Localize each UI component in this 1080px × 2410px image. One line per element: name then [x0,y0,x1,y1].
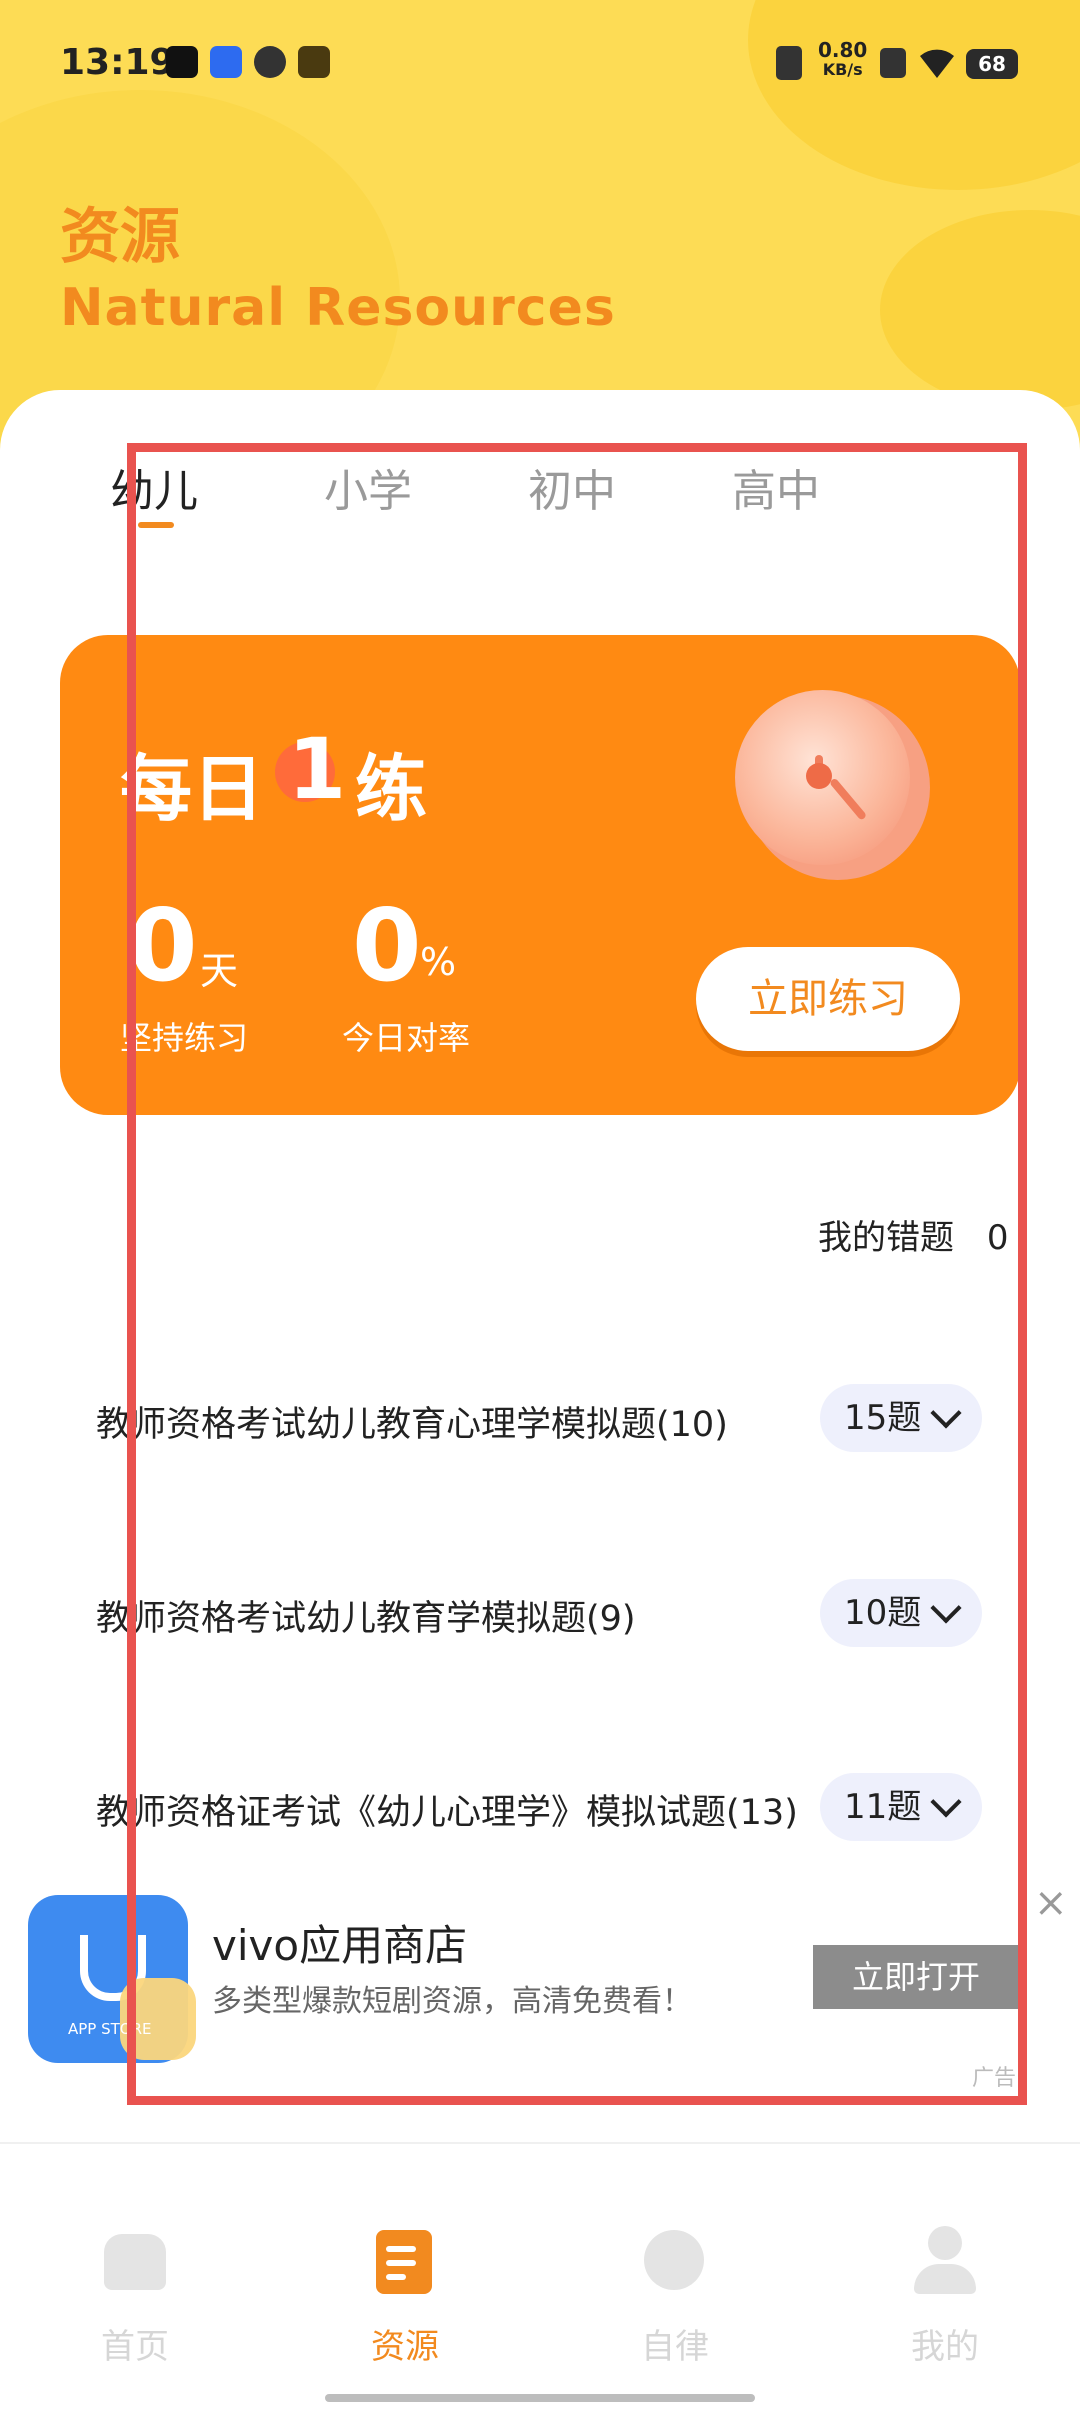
page-subtitle: Natural Resources [60,278,616,338]
nav-label: 自律 [641,2327,709,2367]
vibrate-icon [776,46,802,80]
tiktok-icon [166,46,198,78]
battery-indicator: 68 [966,49,1018,79]
person-icon [928,2226,962,2260]
nav-resources[interactable]: 资源 [270,2144,540,2410]
nav-label: 资源 [371,2327,439,2367]
home-icon [104,2234,166,2290]
person-icon-body [914,2264,976,2294]
network-speed-unit: KB/s [822,60,863,79]
nav-home[interactable]: 首页 [0,2144,270,2410]
home-indicator[interactable] [325,2394,755,2402]
nav-profile[interactable]: 我的 [810,2144,1080,2410]
nav-discipline[interactable]: 自律 [540,2144,810,2410]
sim-off-icon [880,48,906,78]
network-speed-value: 0.80 [818,38,868,62]
ad-close-icon[interactable]: × [1034,1880,1068,1926]
highlight-box [127,443,1027,2105]
nav-label: 我的 [911,2327,979,2367]
decor-blob [880,210,1080,410]
document-icon [376,2230,432,2294]
status-time: 13:19 [60,42,175,83]
network-speed: 0.80 KB/s [818,40,867,80]
document-line [386,2260,416,2266]
status-bar: 13:19 0.80 KB/s 68 [0,0,1080,128]
stopwatch-icon [644,2230,704,2290]
page-title: 资源 [60,202,180,272]
nav-label: 首页 [101,2327,169,2367]
wifi-icon [918,44,956,80]
document-line [386,2246,416,2252]
document-line [386,2274,406,2280]
bottom-navigation: 首页 资源 自律 我的 [0,2142,1080,2410]
app-notification-icon [254,46,286,78]
app-notification-icon [210,46,242,78]
app-notification-icon [298,46,330,78]
